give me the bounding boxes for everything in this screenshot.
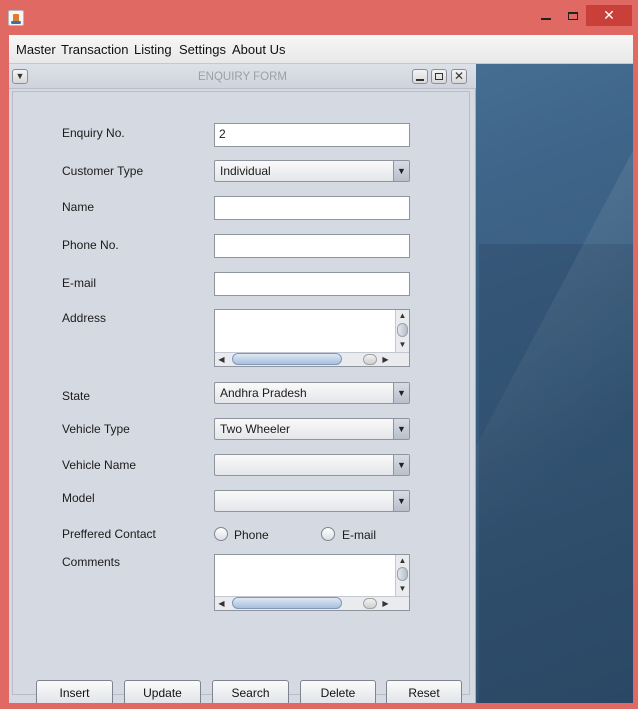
scroll-thumb[interactable]	[232, 353, 342, 365]
minimize-icon	[416, 79, 424, 81]
reset-button[interactable]: Reset	[386, 680, 462, 704]
comments-horizontal-scrollbar[interactable]: ◀ ▶	[215, 596, 409, 610]
chevron-down-icon[interactable]: ▼	[393, 161, 409, 181]
scroll-thumb[interactable]	[397, 323, 408, 337]
insert-button[interactable]: Insert	[36, 680, 113, 704]
vehicle-name-label: Vehicle Name	[62, 458, 137, 472]
minimize-icon	[541, 18, 551, 20]
preferred-contact-label: Preffered Contact	[62, 527, 156, 541]
enquiry-no-label: Enquiry No.	[62, 126, 125, 140]
menu-master[interactable]: Master	[16, 42, 56, 57]
address-label: Address	[62, 311, 107, 325]
search-button[interactable]: Search	[212, 680, 289, 704]
vehicle-type-label: Vehicle Type	[62, 422, 130, 436]
scroll-down-icon[interactable]: ▼	[396, 583, 409, 595]
chevron-down-icon[interactable]: ▼	[393, 419, 409, 439]
scroll-right-icon[interactable]: ▶	[379, 353, 392, 366]
state-select[interactable]: Andhra Pradesh ▼	[214, 382, 410, 404]
phone-label: Phone No.	[62, 238, 119, 252]
window-maximize-button[interactable]	[560, 6, 586, 26]
menu-bar: Master Transaction Listing Settings Abou…	[9, 35, 633, 64]
app-window: ✕ Master Transaction Listing Settings Ab…	[0, 0, 638, 709]
maximize-icon	[435, 73, 443, 80]
scroll-up-icon[interactable]: ▲	[396, 555, 409, 567]
model-select[interactable]: ▼	[214, 490, 410, 512]
vehicle-type-select[interactable]: Two Wheeler ▼	[214, 418, 410, 440]
form-close-button[interactable]: ✕	[451, 69, 467, 84]
menu-settings[interactable]: Settings	[179, 42, 226, 57]
scroll-thumb[interactable]	[397, 567, 408, 581]
java-app-icon	[8, 10, 24, 26]
phone-radio-label[interactable]: Phone	[234, 528, 269, 542]
phone-radio[interactable]	[214, 527, 228, 541]
window-bottom-border	[9, 703, 633, 709]
window-close-button[interactable]: ✕	[586, 5, 632, 26]
email-radio-label[interactable]: E-mail	[342, 528, 376, 542]
customer-type-select[interactable]: Individual ▼	[214, 160, 410, 182]
menu-about-us[interactable]: About Us	[232, 42, 285, 57]
address-horizontal-scrollbar[interactable]: ◀ ▶	[215, 352, 409, 366]
state-value: Andhra Pradesh	[220, 386, 307, 400]
customer-type-label: Customer Type	[62, 164, 144, 178]
scroll-down-icon[interactable]: ▼	[396, 339, 409, 351]
comments-vertical-scrollbar[interactable]: ▲ ▼	[395, 555, 409, 597]
vehicle-type-value: Two Wheeler	[220, 422, 291, 436]
comments-textarea[interactable]: ▲ ▼ ◀ ▶	[214, 554, 410, 611]
scroll-left-icon[interactable]: ◀	[215, 353, 228, 366]
maximize-icon	[568, 12, 578, 20]
scroll-right-icon[interactable]: ▶	[379, 597, 392, 610]
menu-transaction[interactable]: Transaction	[61, 42, 128, 57]
scroll-track-end	[363, 354, 377, 365]
address-vertical-scrollbar[interactable]: ▲ ▼	[395, 310, 409, 353]
name-label: Name	[62, 200, 95, 214]
address-textarea[interactable]: ▲ ▼ ◀ ▶	[214, 309, 410, 367]
scroll-left-icon[interactable]: ◀	[215, 597, 228, 610]
update-button[interactable]: Update	[124, 680, 201, 704]
email-label: E-mail	[62, 276, 97, 290]
enquiry-form-body: Enquiry No. 2 Customer Type Individual ▼…	[12, 91, 470, 695]
chevron-down-icon[interactable]: ▼	[393, 383, 409, 403]
comments-label: Comments	[62, 555, 121, 569]
chevron-down-icon[interactable]: ▼	[393, 455, 409, 475]
customer-type-value: Individual	[220, 164, 271, 178]
scroll-thumb[interactable]	[232, 597, 342, 609]
window-titlebar[interactable]: ✕	[0, 0, 638, 34]
form-minimize-button[interactable]	[412, 69, 428, 84]
phone-field[interactable]	[214, 234, 410, 258]
vehicle-name-select[interactable]: ▼	[214, 454, 410, 476]
delete-button[interactable]: Delete	[300, 680, 376, 704]
enquiry-form-title: ENQUIRY FORM	[197, 71, 288, 83]
name-field[interactable]	[214, 196, 410, 220]
scroll-track-end	[363, 598, 377, 609]
state-label: State	[62, 389, 91, 403]
email-field[interactable]	[214, 272, 410, 296]
desktop-pane: ▼ ENQUIRY FORM ✕ Enquiry No. 2 Customer …	[9, 64, 633, 704]
email-radio[interactable]	[321, 527, 335, 541]
window-minimize-button[interactable]	[532, 6, 560, 26]
enquiry-no-field[interactable]: 2	[214, 123, 410, 147]
form-maximize-button[interactable]	[431, 69, 447, 84]
menu-listing[interactable]: Listing	[134, 42, 172, 57]
scroll-up-icon[interactable]: ▲	[396, 310, 409, 322]
enquiry-form-window: ▼ ENQUIRY FORM ✕ Enquiry No. 2 Customer …	[9, 64, 476, 704]
chevron-down-icon[interactable]: ▼	[393, 491, 409, 511]
enquiry-form-titlebar[interactable]: ▼ ENQUIRY FORM ✕	[9, 64, 476, 89]
model-label: Model	[62, 491, 95, 505]
